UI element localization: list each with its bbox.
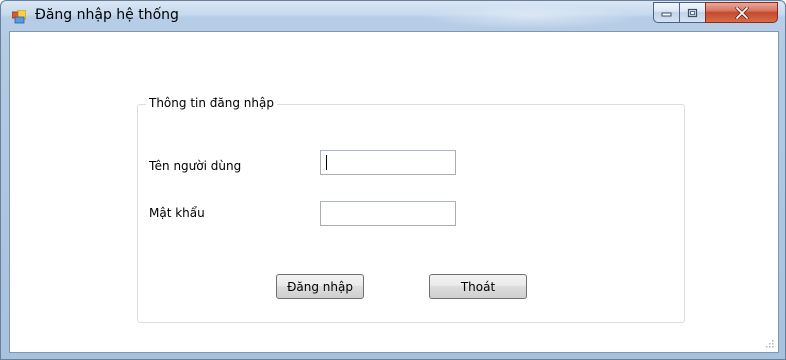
windows-form-icon — [12, 10, 26, 24]
title-bar-glow — [421, 5, 641, 29]
window-title: Đăng nhập hệ thống — [35, 7, 179, 23]
login-window: Đăng nhập hệ thống Thông tin đăng nhập T… — [0, 0, 786, 360]
minimize-icon — [661, 12, 672, 17]
exit-button[interactable]: Thoát — [429, 274, 527, 299]
maximize-button[interactable] — [679, 2, 706, 23]
resize-grip-icon[interactable] — [764, 338, 774, 348]
title-bar[interactable]: Đăng nhập hệ thống — [1, 1, 785, 31]
password-label: Mật khẩu — [149, 206, 205, 220]
groupbox-legend: Thông tin đăng nhập — [146, 96, 277, 110]
close-icon — [734, 6, 749, 19]
minimize-button[interactable] — [653, 2, 680, 23]
maximize-icon — [687, 8, 698, 17]
form-client-area: Thông tin đăng nhập Tên người dùng Mật k… — [9, 31, 779, 353]
password-input[interactable] — [320, 201, 456, 226]
login-button[interactable]: Đăng nhập — [276, 274, 364, 299]
close-button[interactable] — [705, 2, 778, 23]
username-input[interactable] — [320, 150, 456, 175]
text-caret — [326, 155, 327, 170]
username-label: Tên người dùng — [149, 159, 242, 173]
